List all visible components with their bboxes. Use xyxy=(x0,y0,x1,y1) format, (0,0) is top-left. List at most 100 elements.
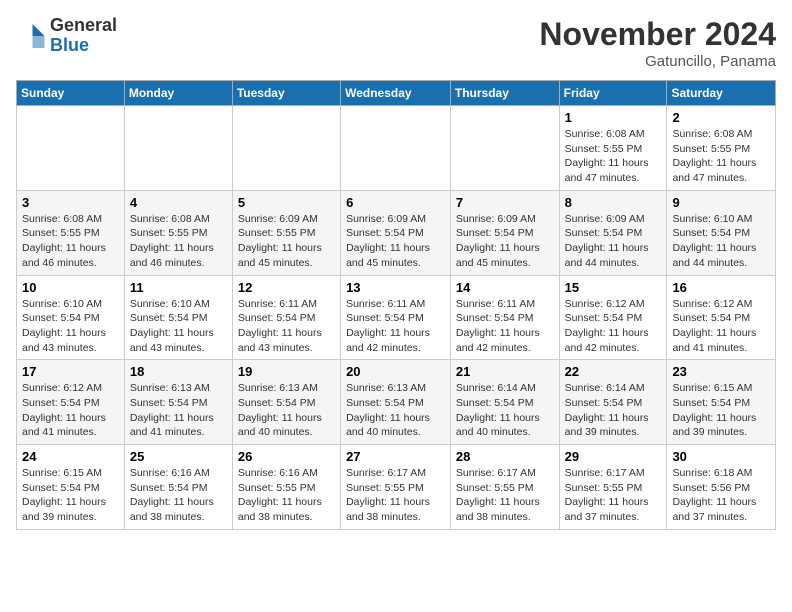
day-info: Sunrise: 6:09 AM Sunset: 5:54 PM Dayligh… xyxy=(456,212,554,271)
calendar-cell: 28Sunrise: 6:17 AM Sunset: 5:55 PM Dayli… xyxy=(450,445,559,530)
weekday-tuesday: Tuesday xyxy=(232,81,340,106)
calendar-cell: 6 Sunrise: 6:09 AM Sunset: 5:54 PM Daylig… xyxy=(341,190,451,275)
day-info: Sunrise: 6:08 AM Sunset: 5:55 PM Dayligh… xyxy=(565,127,662,186)
logo-icon xyxy=(16,21,46,51)
day-number: 7 xyxy=(456,195,554,210)
calendar-cell: 9 Sunrise: 6:10 AM Sunset: 5:54 PM Daylig… xyxy=(667,190,776,275)
day-number: 3 xyxy=(22,195,119,210)
calendar-cell xyxy=(232,106,340,191)
day-number: 5 xyxy=(238,195,335,210)
calendar-cell: 4 Sunrise: 6:08 AM Sunset: 5:55 PM Daylig… xyxy=(124,190,232,275)
day-number: 25 xyxy=(130,449,227,464)
calendar-cell: 26Sunrise: 6:16 AM Sunset: 5:55 PM Dayli… xyxy=(232,445,340,530)
day-info: Sunrise: 6:09 AM Sunset: 5:54 PM Dayligh… xyxy=(346,212,445,271)
calendar-cell: 20Sunrise: 6:13 AM Sunset: 5:54 PM Dayli… xyxy=(341,360,451,445)
weekday-monday: Monday xyxy=(124,81,232,106)
week-row-2: 3 Sunrise: 6:08 AM Sunset: 5:55 PM Daylig… xyxy=(17,190,776,275)
day-number: 19 xyxy=(238,364,335,379)
calendar-table: SundayMondayTuesdayWednesdayThursdayFrid… xyxy=(16,80,776,530)
day-number: 26 xyxy=(238,449,335,464)
day-number: 2 xyxy=(672,110,770,125)
weekday-friday: Friday xyxy=(559,81,667,106)
logo: General Blue xyxy=(16,16,117,56)
day-info: Sunrise: 6:11 AM Sunset: 5:54 PM Dayligh… xyxy=(238,297,335,356)
calendar-cell: 12 Sunrise: 6:11 AM Sunset: 5:54 PM Dayli… xyxy=(232,275,340,360)
day-info: Sunrise: 6:10 AM Sunset: 5:54 PM Dayligh… xyxy=(22,297,119,356)
day-number: 24 xyxy=(22,449,119,464)
day-number: 4 xyxy=(130,195,227,210)
calendar-cell xyxy=(17,106,125,191)
calendar-cell: 24 Sunrise: 6:15 AM Sunset: 5:54 PM Dayli… xyxy=(17,445,125,530)
calendar-cell: 10 Sunrise: 6:10 AM Sunset: 5:54 PM Dayli… xyxy=(17,275,125,360)
calendar-cell xyxy=(450,106,559,191)
day-info: Sunrise: 6:11 AM Sunset: 5:54 PM Dayligh… xyxy=(346,297,445,356)
day-info: Sunrise: 6:12 AM Sunset: 5:54 PM Dayligh… xyxy=(22,381,119,440)
calendar-cell: 30 Sunrise: 6:18 AM Sunset: 5:56 PM Dayli… xyxy=(667,445,776,530)
day-number: 6 xyxy=(346,195,445,210)
calendar-cell xyxy=(341,106,451,191)
day-number: 1 xyxy=(565,110,662,125)
week-row-1: 1 Sunrise: 6:08 AM Sunset: 5:55 PM Daylig… xyxy=(17,106,776,191)
day-info: Sunrise: 6:16 AM Sunset: 5:54 PM Dayligh… xyxy=(130,466,227,525)
calendar-cell: 11Sunrise: 6:10 AM Sunset: 5:54 PM Dayli… xyxy=(124,275,232,360)
logo-text: General Blue xyxy=(50,16,117,56)
day-number: 9 xyxy=(672,195,770,210)
calendar-cell: 7 Sunrise: 6:09 AM Sunset: 5:54 PM Daylig… xyxy=(450,190,559,275)
calendar-cell: 13 Sunrise: 6:11 AM Sunset: 5:54 PM Dayli… xyxy=(341,275,451,360)
calendar-cell: 15 Sunrise: 6:12 AM Sunset: 5:54 PM Dayli… xyxy=(559,275,667,360)
day-info: Sunrise: 6:10 AM Sunset: 5:54 PM Dayligh… xyxy=(672,212,770,271)
day-info: Sunrise: 6:13 AM Sunset: 5:54 PM Dayligh… xyxy=(238,381,335,440)
day-number: 27 xyxy=(346,449,445,464)
calendar-cell: 5 Sunrise: 6:09 AM Sunset: 5:55 PM Daylig… xyxy=(232,190,340,275)
calendar-cell: 23Sunrise: 6:15 AM Sunset: 5:54 PM Dayli… xyxy=(667,360,776,445)
day-number: 29 xyxy=(565,449,662,464)
day-number: 30 xyxy=(672,449,770,464)
day-info: Sunrise: 6:09 AM Sunset: 5:54 PM Dayligh… xyxy=(565,212,662,271)
weekday-thursday: Thursday xyxy=(450,81,559,106)
day-number: 21 xyxy=(456,364,554,379)
weekday-header-row: SundayMondayTuesdayWednesdayThursdayFrid… xyxy=(17,81,776,106)
calendar-cell: 19 Sunrise: 6:13 AM Sunset: 5:54 PM Dayli… xyxy=(232,360,340,445)
day-number: 16 xyxy=(672,280,770,295)
calendar-cell: 21Sunrise: 6:14 AM Sunset: 5:54 PM Dayli… xyxy=(450,360,559,445)
day-number: 23 xyxy=(672,364,770,379)
day-info: Sunrise: 6:08 AM Sunset: 5:55 PM Dayligh… xyxy=(672,127,770,186)
month-title: November 2024 xyxy=(539,16,776,53)
calendar-cell: 3Sunrise: 6:08 AM Sunset: 5:55 PM Daylig… xyxy=(17,190,125,275)
day-number: 10 xyxy=(22,280,119,295)
day-number: 18 xyxy=(130,364,227,379)
page-header: General Blue November 2024 Gatuncillo, P… xyxy=(16,16,776,70)
week-row-4: 17Sunrise: 6:12 AM Sunset: 5:54 PM Dayli… xyxy=(17,360,776,445)
day-info: Sunrise: 6:17 AM Sunset: 5:55 PM Dayligh… xyxy=(346,466,445,525)
week-row-3: 10 Sunrise: 6:10 AM Sunset: 5:54 PM Dayli… xyxy=(17,275,776,360)
day-info: Sunrise: 6:12 AM Sunset: 5:54 PM Dayligh… xyxy=(565,297,662,356)
day-info: Sunrise: 6:11 AM Sunset: 5:54 PM Dayligh… xyxy=(456,297,554,356)
day-info: Sunrise: 6:14 AM Sunset: 5:54 PM Dayligh… xyxy=(565,381,662,440)
calendar-cell: 29 Sunrise: 6:17 AM Sunset: 5:55 PM Dayli… xyxy=(559,445,667,530)
day-info: Sunrise: 6:09 AM Sunset: 5:55 PM Dayligh… xyxy=(238,212,335,271)
day-info: Sunrise: 6:08 AM Sunset: 5:55 PM Dayligh… xyxy=(130,212,227,271)
day-number: 28 xyxy=(456,449,554,464)
calendar-cell: 1 Sunrise: 6:08 AM Sunset: 5:55 PM Daylig… xyxy=(559,106,667,191)
day-info: Sunrise: 6:18 AM Sunset: 5:56 PM Dayligh… xyxy=(672,466,770,525)
weekday-saturday: Saturday xyxy=(667,81,776,106)
day-info: Sunrise: 6:13 AM Sunset: 5:54 PM Dayligh… xyxy=(130,381,227,440)
day-number: 13 xyxy=(346,280,445,295)
logo-general: General xyxy=(50,15,117,35)
day-number: 22 xyxy=(565,364,662,379)
logo-blue: Blue xyxy=(50,35,89,55)
day-number: 14 xyxy=(456,280,554,295)
calendar-cell: 14 Sunrise: 6:11 AM Sunset: 5:54 PM Dayli… xyxy=(450,275,559,360)
calendar-cell: 16Sunrise: 6:12 AM Sunset: 5:54 PM Dayli… xyxy=(667,275,776,360)
day-info: Sunrise: 6:17 AM Sunset: 5:55 PM Dayligh… xyxy=(565,466,662,525)
calendar-cell xyxy=(124,106,232,191)
calendar-cell: 17Sunrise: 6:12 AM Sunset: 5:54 PM Dayli… xyxy=(17,360,125,445)
calendar-cell: 27 Sunrise: 6:17 AM Sunset: 5:55 PM Dayli… xyxy=(341,445,451,530)
day-info: Sunrise: 6:10 AM Sunset: 5:54 PM Dayligh… xyxy=(130,297,227,356)
day-number: 20 xyxy=(346,364,445,379)
day-info: Sunrise: 6:15 AM Sunset: 5:54 PM Dayligh… xyxy=(22,466,119,525)
day-number: 8 xyxy=(565,195,662,210)
calendar-body: 1 Sunrise: 6:08 AM Sunset: 5:55 PM Daylig… xyxy=(17,106,776,530)
day-number: 12 xyxy=(238,280,335,295)
day-number: 15 xyxy=(565,280,662,295)
